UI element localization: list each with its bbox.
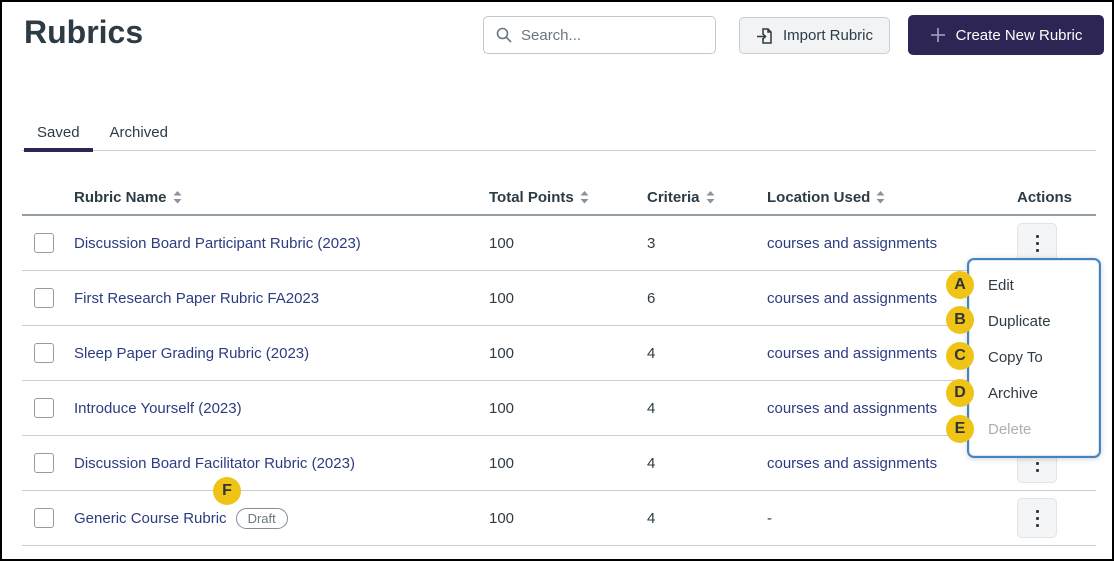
location-used-link[interactable]: courses and assignments [767, 290, 937, 307]
draft-badge: Draft [235, 507, 288, 529]
row-checkbox[interactable] [34, 288, 54, 308]
criteria-value: 4 [647, 454, 656, 472]
row-checkbox[interactable] [34, 398, 54, 418]
criteria-value: 4 [647, 344, 656, 362]
import-button-label: Import Rubric [782, 27, 874, 44]
table-row: First Research Paper Rubric FA2023 100 6… [22, 271, 1096, 326]
criteria-value: 4 [647, 509, 656, 527]
column-header-criteria[interactable]: Criteria [647, 189, 767, 206]
import-rubric-button[interactable]: Import Rubric [739, 17, 890, 54]
search-input[interactable] [521, 26, 703, 44]
menu-item-edit[interactable]: Edit [969, 268, 1099, 304]
row-checkbox[interactable] [34, 453, 54, 473]
column-header-total-points[interactable]: Total Points [489, 189, 647, 206]
row-checkbox[interactable] [34, 508, 54, 528]
annotation-marker-f: F [213, 477, 241, 505]
location-used-link[interactable]: courses and assignments [767, 235, 937, 252]
row-actions-button[interactable] [1017, 498, 1057, 538]
rubric-name-link[interactable]: Introduce Yourself (2023) [74, 400, 242, 417]
total-points-value: 100 [489, 344, 515, 362]
table-row: Sleep Paper Grading Rubric (2023) 100 4 … [22, 326, 1096, 381]
menu-item-copy-to[interactable]: Copy To [969, 340, 1099, 376]
sort-icon [173, 191, 182, 204]
location-used-link[interactable]: courses and assignments [767, 455, 937, 472]
column-header-actions: Actions [1017, 189, 1073, 206]
tab-saved[interactable]: Saved [22, 114, 95, 152]
rubric-name-link[interactable]: Discussion Board Participant Rubric (202… [74, 235, 361, 252]
location-used-link[interactable]: courses and assignments [767, 400, 937, 417]
table-row: Generic Course Rubric Draft 100 4 - [22, 491, 1096, 546]
page-title: Rubrics [24, 14, 144, 50]
menu-item-archive[interactable]: Archive [969, 376, 1099, 412]
annotation-marker-b: B [946, 306, 974, 334]
sort-icon [876, 191, 885, 204]
actions-menu: Edit Duplicate Copy To Archive Delete [967, 258, 1101, 458]
column-header-location-used[interactable]: Location Used [767, 189, 1017, 206]
table-row: Introduce Yourself (2023) 100 4 courses … [22, 381, 1096, 436]
create-new-rubric-button[interactable]: Create New Rubric [908, 15, 1104, 55]
total-points-value: 100 [489, 289, 515, 307]
plus-icon [930, 27, 946, 43]
rubric-name-link[interactable]: Discussion Board Facilitator Rubric (202… [74, 455, 355, 472]
total-points-value: 100 [489, 399, 515, 417]
total-points-value: 100 [489, 509, 515, 527]
row-checkbox[interactable] [34, 343, 54, 363]
tab-archived[interactable]: Archived [95, 114, 183, 150]
total-points-value: 100 [489, 454, 515, 472]
rubrics-page: Rubrics Import Rubric Create New Rubric … [0, 0, 1114, 561]
annotation-marker-d: D [946, 379, 974, 407]
row-checkbox[interactable] [34, 233, 54, 253]
table-body: Discussion Board Participant Rubric (202… [22, 216, 1096, 546]
menu-item-duplicate[interactable]: Duplicate [969, 304, 1099, 340]
create-button-label: Create New Rubric [955, 26, 1083, 44]
sort-icon [706, 191, 715, 204]
import-icon [756, 27, 774, 45]
location-used-value: - [767, 509, 772, 527]
criteria-value: 4 [647, 399, 656, 417]
criteria-value: 6 [647, 289, 656, 307]
criteria-value: 3 [647, 234, 656, 252]
annotation-marker-a: A [946, 271, 974, 299]
table-header: Rubric Name Total Points Criteria Locati… [22, 181, 1096, 216]
rubric-name-link[interactable]: Sleep Paper Grading Rubric (2023) [74, 345, 309, 362]
row-actions-button[interactable] [1017, 223, 1057, 263]
menu-item-delete: Delete [988, 421, 1032, 438]
annotation-marker-c: C [946, 342, 974, 370]
tab-bar: Saved Archived [22, 114, 1096, 152]
search-box[interactable] [483, 16, 716, 54]
search-icon [496, 27, 512, 43]
rubric-name-link[interactable]: First Research Paper Rubric FA2023 [74, 290, 319, 307]
total-points-value: 100 [489, 234, 515, 252]
column-header-rubric-name[interactable]: Rubric Name [74, 189, 489, 206]
rubric-name-link[interactable]: Generic Course Rubric [74, 510, 227, 527]
table-row: Discussion Board Facilitator Rubric (202… [22, 436, 1096, 491]
annotation-marker-e: E [946, 415, 974, 443]
location-used-link[interactable]: courses and assignments [767, 345, 937, 362]
sort-icon [580, 191, 589, 204]
table-row: Discussion Board Participant Rubric (202… [22, 216, 1096, 271]
